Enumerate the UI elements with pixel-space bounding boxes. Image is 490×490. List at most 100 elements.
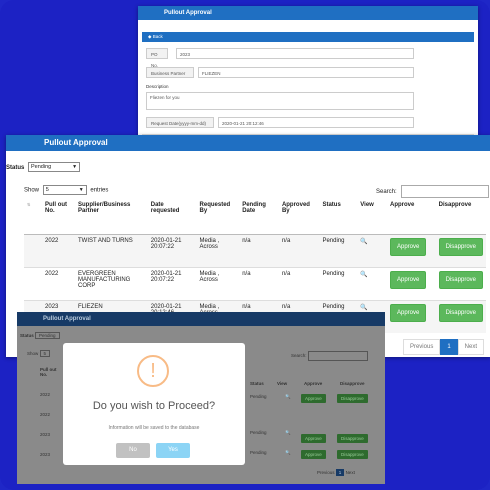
status: Pending <box>319 234 358 268</box>
page-1-button[interactable]: 1 <box>440 339 458 355</box>
col-status[interactable]: Status <box>319 200 358 235</box>
col-partner[interactable]: Supplier/Business Partner <box>74 200 148 235</box>
partner-input[interactable]: FLIEZEN <box>198 67 414 78</box>
list-title: Pullout Approval <box>6 135 490 151</box>
date-requested: 2020-01-21 20:07:22 <box>147 234 197 268</box>
disapprove-button[interactable]: Disapprove <box>438 304 483 322</box>
col-view[interactable]: View <box>357 200 387 235</box>
search-area: Search: <box>376 185 489 198</box>
back-button[interactable]: ◆ Back <box>142 32 474 42</box>
bg-pagination: Previous 1 Next <box>317 469 355 476</box>
status-select[interactable]: Pending ▼ <box>28 162 81 172</box>
search-icon[interactable]: 🔍 <box>357 267 387 301</box>
next-button[interactable]: Next <box>457 339 484 355</box>
search-icon: 🔍 <box>285 430 291 435</box>
bg-row-no: 2022 <box>40 412 51 417</box>
search-icon: 🔍 <box>285 394 291 399</box>
pullout-detail-panel: Pullout Approval ◆ Back PO No. 2023 Busi… <box>138 6 478 157</box>
bg-approve-button: Approve <box>301 450 326 459</box>
partner: EVERGREEN MANUFACTURING CORP <box>74 267 148 301</box>
modal-backdrop: Status Pending Show 5 Search: Pull out N… <box>17 326 385 484</box>
bg-col-status: Status <box>250 381 264 386</box>
bg-status-value: Pending <box>35 332 60 339</box>
bg-col-view: View <box>277 381 288 386</box>
bg-row-status: Pending <box>250 394 267 399</box>
bg-search: Search: <box>291 351 368 361</box>
show-label: Show <box>24 187 40 194</box>
bg-approve-button: Approve <box>301 434 326 443</box>
col-pullout-no[interactable]: Pull out No. <box>42 200 75 235</box>
status: Pending <box>319 267 358 301</box>
search-icon: 🔍 <box>285 450 291 455</box>
bg-disapprove-button: Disapprove <box>337 394 368 403</box>
request-date-field: Request Date(yyyy-mm-dd) 2020-01-21 20:1… <box>146 117 414 128</box>
col-pending-date[interactable]: Pending Date <box>239 200 279 235</box>
bg-page: 1 <box>335 469 345 476</box>
bg-row-no: 2023 <box>40 432 51 437</box>
request-date-input[interactable]: 2020-01-21 20:12:46 <box>218 117 414 128</box>
col-disapprove[interactable]: Disapprove <box>435 200 486 235</box>
po-input[interactable]: 2023 <box>176 48 414 59</box>
table-row: 2022 TWIST AND TURNS 2020-01-21 20:07:22… <box>24 234 486 268</box>
bg-col-pullout-no: Pull out No. <box>40 367 57 377</box>
bg-row-no: 2022 <box>40 392 51 397</box>
bg-approve-button: Approve <box>301 394 326 403</box>
col-approved-by[interactable]: Approved By <box>278 200 320 235</box>
description-textarea[interactable]: Fliezen for you <box>146 92 414 110</box>
confirm-dialog: ! Do you wish to Proceed? Information wi… <box>63 343 245 465</box>
partner: TWIST AND TURNS <box>74 234 148 268</box>
dialog-info: Information will be saved to the databas… <box>108 425 200 431</box>
bg-search-input <box>307 351 368 361</box>
warning-icon: ! <box>137 355 169 387</box>
entries-label: entries <box>90 187 109 194</box>
bg-status-label: Status <box>20 333 34 338</box>
col-date[interactable]: Date requested <box>147 200 197 235</box>
modal-screen-title: Pullout Approval <box>17 312 385 326</box>
requested-by: Media , Across <box>196 234 240 268</box>
disapprove-button[interactable]: Disapprove <box>438 238 483 256</box>
detail-title: Pullout Approval <box>138 6 478 20</box>
partner-label: Business Partner <box>146 67 194 78</box>
search-label: Search: <box>376 189 397 196</box>
bg-row-no: 2023 <box>40 452 51 457</box>
approved-by: n/a <box>278 234 320 268</box>
search-input[interactable] <box>400 185 489 198</box>
no-button[interactable]: No <box>116 443 150 458</box>
previous-button[interactable]: Previous <box>402 339 441 355</box>
col-requested-by[interactable]: Requested By <box>196 200 240 235</box>
col-approve[interactable]: Approve <box>386 200 436 235</box>
disapprove-button[interactable]: Disapprove <box>438 271 483 289</box>
sort-icon[interactable]: ⇅ <box>24 200 43 235</box>
bg-prev: Previous <box>317 470 335 475</box>
bg-search-label: Search: <box>291 353 307 359</box>
approve-button[interactable]: Approve <box>389 238 427 256</box>
show-entries: Show 5 ▼ entries <box>24 185 108 195</box>
pagination: Previous 1 Next <box>402 339 484 355</box>
chevron-down-icon: ▼ <box>78 187 84 193</box>
date-requested: 2020-01-21 20:07:22 <box>147 267 197 301</box>
yes-button[interactable]: Yes <box>156 443 190 458</box>
pending-date: n/a <box>239 267 279 301</box>
po-label: PO No. <box>146 48 168 68</box>
status-value: Pending <box>31 164 52 170</box>
chevron-down-icon: ▼ <box>72 164 78 170</box>
bg-status: Status Pending <box>20 332 60 339</box>
approve-button[interactable]: Approve <box>389 271 427 289</box>
bg-show: Show 5 <box>27 350 51 357</box>
bg-next: Next <box>345 470 355 475</box>
approve-button[interactable]: Approve <box>389 304 427 322</box>
status-filter: Status Pending ▼ <box>6 162 81 172</box>
requested-by: Media , Across <box>196 267 240 301</box>
bg-disapprove-button: Disapprove <box>337 434 368 443</box>
po-field: PO No. 2023 <box>146 48 414 68</box>
entries-value: 5 <box>45 187 49 193</box>
table-row: 2022 EVERGREEN MANUFACTURING CORP 2020-0… <box>24 267 486 301</box>
bg-show-label: Show <box>27 351 39 356</box>
request-date-label: Request Date(yyyy-mm-dd) <box>146 117 214 128</box>
bg-disapprove-button: Disapprove <box>337 450 368 459</box>
approved-by: n/a <box>278 267 320 301</box>
entries-select[interactable]: 5 ▼ <box>42 185 87 195</box>
search-icon[interactable]: 🔍 <box>357 234 387 268</box>
pullout-no: 2022 <box>42 267 75 301</box>
pullout-no: 2022 <box>42 234 75 268</box>
